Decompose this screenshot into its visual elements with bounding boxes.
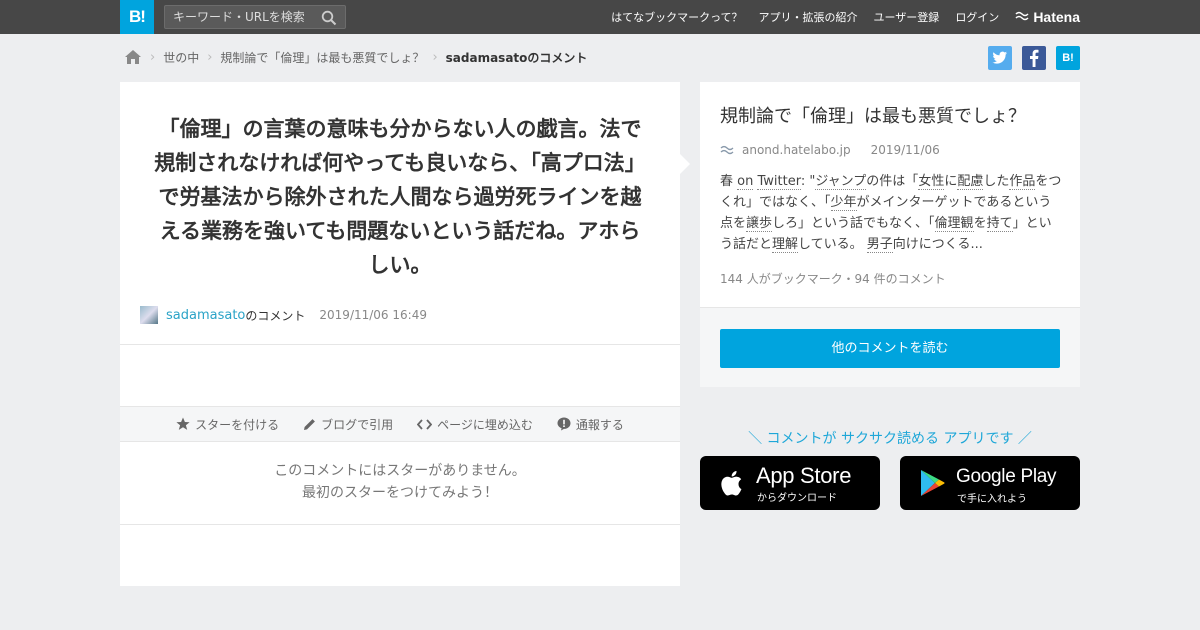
search-box[interactable] (164, 5, 346, 29)
no-star-line2: 最初のスターをつけてみよう！ (302, 485, 498, 501)
comment-user-link[interactable]: sadamasato (166, 308, 245, 323)
no-star-message: このコメントにはスターがありません。 最初のスターをつけてみよう！ (120, 460, 680, 504)
chevron-right-icon: › (432, 49, 438, 65)
no-star-line1: このコメントにはスターがありません。 (274, 463, 526, 479)
hatena-bookmark-share-button[interactable]: B! (1056, 46, 1080, 70)
comment-text: 「倫理」の言葉の意味も分からない人の戯言。法で規制されなければ何やっても良いなら… (154, 117, 646, 277)
hatelabo-favicon-icon (720, 145, 734, 155)
home-icon[interactable] (124, 49, 142, 65)
keyword-link[interactable]: 倫理観 (934, 216, 974, 232)
summary-text: しろ」という話でもなく、「 (772, 216, 935, 231)
keyword-link[interactable]: 譲歩 (746, 216, 773, 232)
keyword-link[interactable]: ジャンプ (815, 174, 867, 190)
top-bar: B! はてなブックマークって？ アプリ・拡張の紹介 ユーザー登録 ログイン Ha… (0, 0, 1200, 34)
entry-card-footer: 他のコメントを読む (700, 307, 1080, 387)
google-play-subtitle: で手に入れよう (957, 494, 1027, 505)
entry-summary: 春 on Twitter: "ジャンプの件は「女性に配慮した作品をつくれ」ではな… (720, 171, 1062, 255)
embed-button[interactable]: ページに埋め込む (417, 416, 533, 433)
hatena-brand-text: Hatena (1033, 9, 1080, 25)
chevron-right-icon: › (207, 49, 213, 65)
twitter-share-button[interactable] (988, 46, 1012, 70)
keyword-link[interactable]: on (737, 174, 754, 190)
summary-text: 春 (720, 174, 738, 189)
blog-quote-label: ブログで引用 (321, 417, 394, 432)
hatena-wave-icon (1015, 11, 1029, 21)
entry-card: 規制論で「倫理」は最も悪質でしょ？ anond.hatelabo.jp 2019… (700, 82, 1080, 387)
keyword-link[interactable]: 男子 (866, 237, 893, 253)
hatena-brand-link[interactable]: Hatena (1015, 9, 1080, 25)
entry-source: anond.hatelabo.jp 2019/11/06 (720, 142, 940, 158)
nav-apps[interactable]: アプリ・拡張の紹介 (759, 9, 858, 25)
nav-login[interactable]: ログイン (955, 9, 999, 25)
entry-source-domain[interactable]: anond.hatelabo.jp (742, 143, 851, 157)
summary-text: している。 (798, 237, 867, 252)
search-input[interactable] (173, 8, 318, 26)
pencil-icon (304, 418, 316, 430)
apple-icon (721, 471, 742, 496)
keyword-link[interactable]: 作品 (1009, 174, 1036, 190)
app-store-title: App Store (756, 463, 852, 488)
nav-register[interactable]: ユーザー登録 (874, 9, 940, 25)
comment-card: 「倫理」の言葉の意味も分からない人の戯言。法で規制されなければ何やっても良いなら… (120, 82, 680, 586)
google-play-title: Google Play (956, 466, 1057, 487)
search-icon[interactable] (321, 10, 337, 26)
app-store-badge[interactable]: App Store からダウンロード (700, 456, 880, 510)
comment-actions: スターを付ける ブログで引用 ページに埋め込む 通報する (120, 406, 680, 442)
read-other-comments-button[interactable]: 他のコメントを読む (720, 329, 1060, 368)
chevron-right-icon: › (150, 49, 156, 65)
keyword-link[interactable]: 女性 (918, 174, 945, 190)
twitter-icon (992, 51, 1007, 64)
google-play-icon (921, 470, 945, 496)
comment-date[interactable]: 2019/11/06 16:49 (319, 308, 427, 322)
hatena-bookmark-logo[interactable]: B! (120, 0, 154, 34)
bookmark-count[interactable]: 144 人がブックマーク・94 件のコメント (720, 270, 946, 287)
header-nav: はてなブックマークって？ アプリ・拡張の紹介 ユーザー登録 ログイン Haten… (595, 0, 1080, 34)
summary-text: 向けにつくる... (892, 237, 983, 252)
summary-text: に (944, 174, 958, 189)
keyword-link[interactable]: 理解 (772, 237, 799, 253)
share-buttons: B! (978, 46, 1080, 70)
card-pointer (680, 154, 690, 174)
star-icon (176, 417, 190, 430)
summary-text: を (973, 216, 987, 231)
report-label: 通報する (575, 417, 624, 432)
add-star-label: スターを付ける (195, 417, 280, 432)
divider (120, 524, 680, 525)
breadcrumb-item-category[interactable]: 世の中 (163, 49, 199, 66)
add-star-button[interactable]: スターを付ける (176, 416, 279, 433)
breadcrumb: › 世の中 › 規制論で「倫理」は最も悪質でしょ？ › sadamasatoのコ… (124, 46, 587, 68)
app-store-subtitle: からダウンロード (757, 493, 837, 504)
comment-user-suffix: のコメント (245, 308, 306, 323)
keyword-link[interactable]: 配慮 (957, 174, 984, 190)
embed-label: ページに埋め込む (437, 417, 533, 432)
report-button[interactable]: 通報する (557, 416, 624, 433)
exclamation-bubble-icon (557, 417, 571, 431)
keyword-link[interactable]: 少年 (830, 195, 857, 211)
comment-meta: sadamasato のコメント 2019/11/06 16:49 (140, 306, 427, 324)
keyword-link[interactable]: Twitter (757, 174, 801, 190)
summary-text: の件は「 (866, 174, 919, 189)
facebook-icon (1030, 49, 1039, 67)
nav-about[interactable]: はてなブックマークって？ (611, 9, 742, 25)
blog-quote-button[interactable]: ブログで引用 (303, 416, 393, 433)
breadcrumb-item-entry[interactable]: 規制論で「倫理」は最も悪質でしょ？ (220, 49, 424, 66)
summary-text: : " (800, 174, 816, 189)
facebook-share-button[interactable] (1022, 46, 1046, 70)
code-icon (417, 418, 433, 430)
entry-date: 2019/11/06 (870, 143, 940, 157)
google-play-badge[interactable]: Google Play で手に入れよう (900, 456, 1080, 510)
keyword-link[interactable]: 持て (986, 216, 1013, 232)
avatar[interactable] (140, 306, 158, 324)
entry-title[interactable]: 規制論で「倫理」は最も悪質でしょ？ (720, 102, 1026, 128)
app-promo-text: ＼ コメントが サクサク読める アプリです ／ (748, 431, 1032, 447)
divider (120, 344, 680, 345)
breadcrumb-current: sadamasatoのコメント (445, 50, 588, 65)
summary-text: した (983, 174, 1010, 189)
